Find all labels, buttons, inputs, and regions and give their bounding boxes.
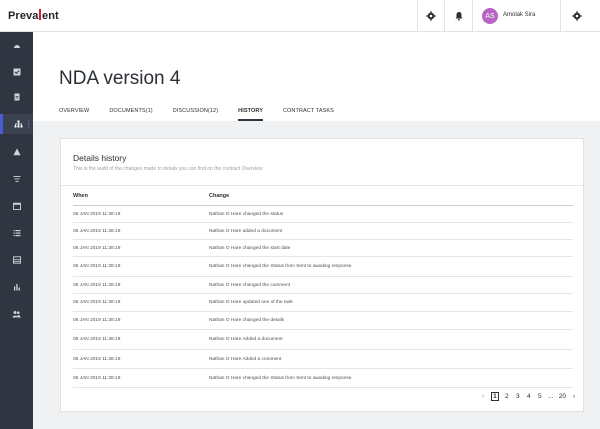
column-header-change[interactable]: Change xyxy=(209,193,573,205)
sidebar-item-users[interactable] xyxy=(0,304,33,324)
table-row[interactable]: 06 JAN 2019 11:38:19 Nathan O Hare change… xyxy=(73,369,573,388)
calendar-icon xyxy=(12,202,21,210)
sidebar-item-dashboard[interactable] xyxy=(0,36,33,56)
pagination: ‹ 1 2 3 4 5 ... 20 › xyxy=(475,392,577,401)
next-page-chevron-icon[interactable]: › xyxy=(571,393,577,400)
org-chart-icon xyxy=(14,120,22,128)
tab-discussion[interactable]: DISCUSSION(12) xyxy=(173,108,218,121)
card-header: Details history This is the audit of the… xyxy=(61,139,583,186)
card-title: Details history xyxy=(73,153,127,163)
history-table: When Change 06 JAN 2019 11:38:19 Nathan O… xyxy=(73,193,573,388)
user-name[interactable]: Amolak Sira xyxy=(503,12,535,18)
row-when: 06 JAN 2019 11:38:19 xyxy=(73,318,121,323)
column-header-when[interactable]: When xyxy=(73,193,209,205)
row-when: 06 JAN 2019 11:38:19 xyxy=(73,300,121,305)
content-area: Details history This is the audit of the… xyxy=(33,121,600,429)
sidebar: · · · xyxy=(0,32,33,429)
tab-contract-tasks[interactable]: CONTRACT TASKS xyxy=(283,108,334,121)
bell-icon[interactable] xyxy=(452,9,466,23)
sidebar-item-risks[interactable] xyxy=(0,142,33,162)
prevalent-logo[interactable]: Preva ent xyxy=(8,9,59,22)
page-title: NDA version 4 xyxy=(59,68,181,89)
row-when: 06 JAN 2019 11:38:19 xyxy=(73,245,121,251)
sidebar-item-contracts[interactable]: · · · xyxy=(0,114,33,134)
table-row[interactable]: 06 JAN 2019 11:38:19 Nathan O Hare Added … xyxy=(73,330,573,350)
page-2-button[interactable]: 2 xyxy=(504,393,510,400)
page-header: NDA version 4 OVERVIEW DOCUMENTS(1) DISC… xyxy=(33,32,600,121)
sidebar-item-calendar[interactable] xyxy=(0,196,33,216)
prev-page-chevron-icon[interactable]: ‹ xyxy=(480,393,486,400)
row-when: 06 JAN 2019 11:38:19 xyxy=(73,356,121,362)
row-change: Nathan O Hare changed the details xyxy=(209,318,285,323)
tab-overview[interactable]: OVERVIEW xyxy=(59,108,89,121)
tab-documents[interactable]: DOCUMENTS(1) xyxy=(109,108,152,121)
page-ellipsis: ... xyxy=(548,393,554,400)
row-change: Nathan O Hare Added a comment xyxy=(209,356,282,362)
tab-bar: OVERVIEW DOCUMENTS(1) DISCUSSION(12) HIS… xyxy=(59,108,354,121)
row-change: Nathan O Hare changed the Status from Se… xyxy=(209,375,352,381)
sidebar-item-documents[interactable] xyxy=(0,87,33,107)
divider xyxy=(560,0,561,32)
row-change: Nathan O Hare added a document xyxy=(209,228,283,234)
sidebar-item-tasks[interactable] xyxy=(0,62,33,82)
top-bar: Preva ent AS Amolak Sira xyxy=(0,0,600,32)
settings-gear-icon[interactable] xyxy=(424,9,438,23)
row-when: 06 JAN 2019 11:38:19 xyxy=(73,282,121,288)
row-change: Nathan O Hare Added a document xyxy=(209,337,283,342)
row-when: 06 JAN 2019 11:38:19 xyxy=(73,337,121,342)
page-1-button[interactable]: 1 xyxy=(491,392,499,401)
page-4-button[interactable]: 4 xyxy=(526,393,532,400)
bar-chart-icon xyxy=(13,284,20,291)
avatar[interactable]: AS xyxy=(482,8,498,24)
divider xyxy=(444,0,445,32)
table-header: When Change xyxy=(73,193,573,206)
logo-bar xyxy=(39,9,41,20)
divider xyxy=(417,0,418,32)
row-change: Nathan O Hare changed the Status from Se… xyxy=(209,264,352,269)
dashboard-icon xyxy=(13,45,20,48)
document-icon xyxy=(14,93,19,101)
page-20-button[interactable]: 20 xyxy=(559,393,566,400)
page-5-button[interactable]: 5 xyxy=(537,393,543,400)
row-when: 06 JAN 2019 11:38:19 xyxy=(73,228,121,234)
filter-list-icon xyxy=(13,176,20,182)
row-when: 06 JAN 2019 11:38:19 xyxy=(73,264,121,269)
table-row[interactable]: 06 JAN 2019 11:38:19 Nathan O Hare update… xyxy=(73,294,573,312)
table-row[interactable]: 06 JAN 2019 11:38:19 Nathan O Hare added … xyxy=(73,223,573,240)
row-change: Nathan O Hare changed the status xyxy=(209,211,284,217)
sidebar-item-filters[interactable] xyxy=(0,169,33,189)
warning-icon xyxy=(12,148,21,156)
settings-icon[interactable] xyxy=(570,9,584,23)
sidebar-item-table[interactable] xyxy=(0,250,33,270)
table-row[interactable]: 06 JAN 2019 11:38:19 Nathan O Hare change… xyxy=(73,277,573,294)
table-row[interactable]: 06 JAN 2019 11:38:19 Nathan O Hare change… xyxy=(73,240,573,257)
table-row[interactable]: 06 JAN 2019 11:38:19 Nathan O Hare change… xyxy=(73,257,573,277)
table-row[interactable]: 06 JAN 2019 11:38:19 Nathan O Hare change… xyxy=(73,312,573,330)
table-row[interactable]: 06 JAN 2019 11:38:19 Nathan O Hare change… xyxy=(73,206,573,223)
more-vertical-icon[interactable]: · · · xyxy=(28,118,30,131)
sidebar-item-reports[interactable] xyxy=(0,277,33,297)
row-change: Nathan O Hare changed the comment xyxy=(209,282,291,288)
table-icon xyxy=(12,256,21,264)
sidebar-item-list[interactable] xyxy=(0,223,33,243)
row-when: 06 JAN 2019 11:38:19 xyxy=(73,375,121,381)
tab-history[interactable]: HISTORY xyxy=(238,108,263,121)
list-icon xyxy=(13,230,20,237)
checkbox-icon xyxy=(13,68,20,76)
users-icon xyxy=(12,311,21,318)
row-change: Nathan O Hare changed the start date xyxy=(209,245,291,251)
details-history-card: Details history This is the audit of the… xyxy=(60,138,584,412)
row-change: Nathan O Hare updated one of the task xyxy=(209,300,293,305)
table-row[interactable]: 06 JAN 2019 11:38:19 Nathan O Hare Added … xyxy=(73,350,573,369)
row-when: 06 JAN 2019 11:38:19 xyxy=(73,211,121,217)
page-3-button[interactable]: 3 xyxy=(515,393,521,400)
divider xyxy=(472,0,473,32)
card-subtitle: This is the audit of the changes made to… xyxy=(73,166,263,172)
